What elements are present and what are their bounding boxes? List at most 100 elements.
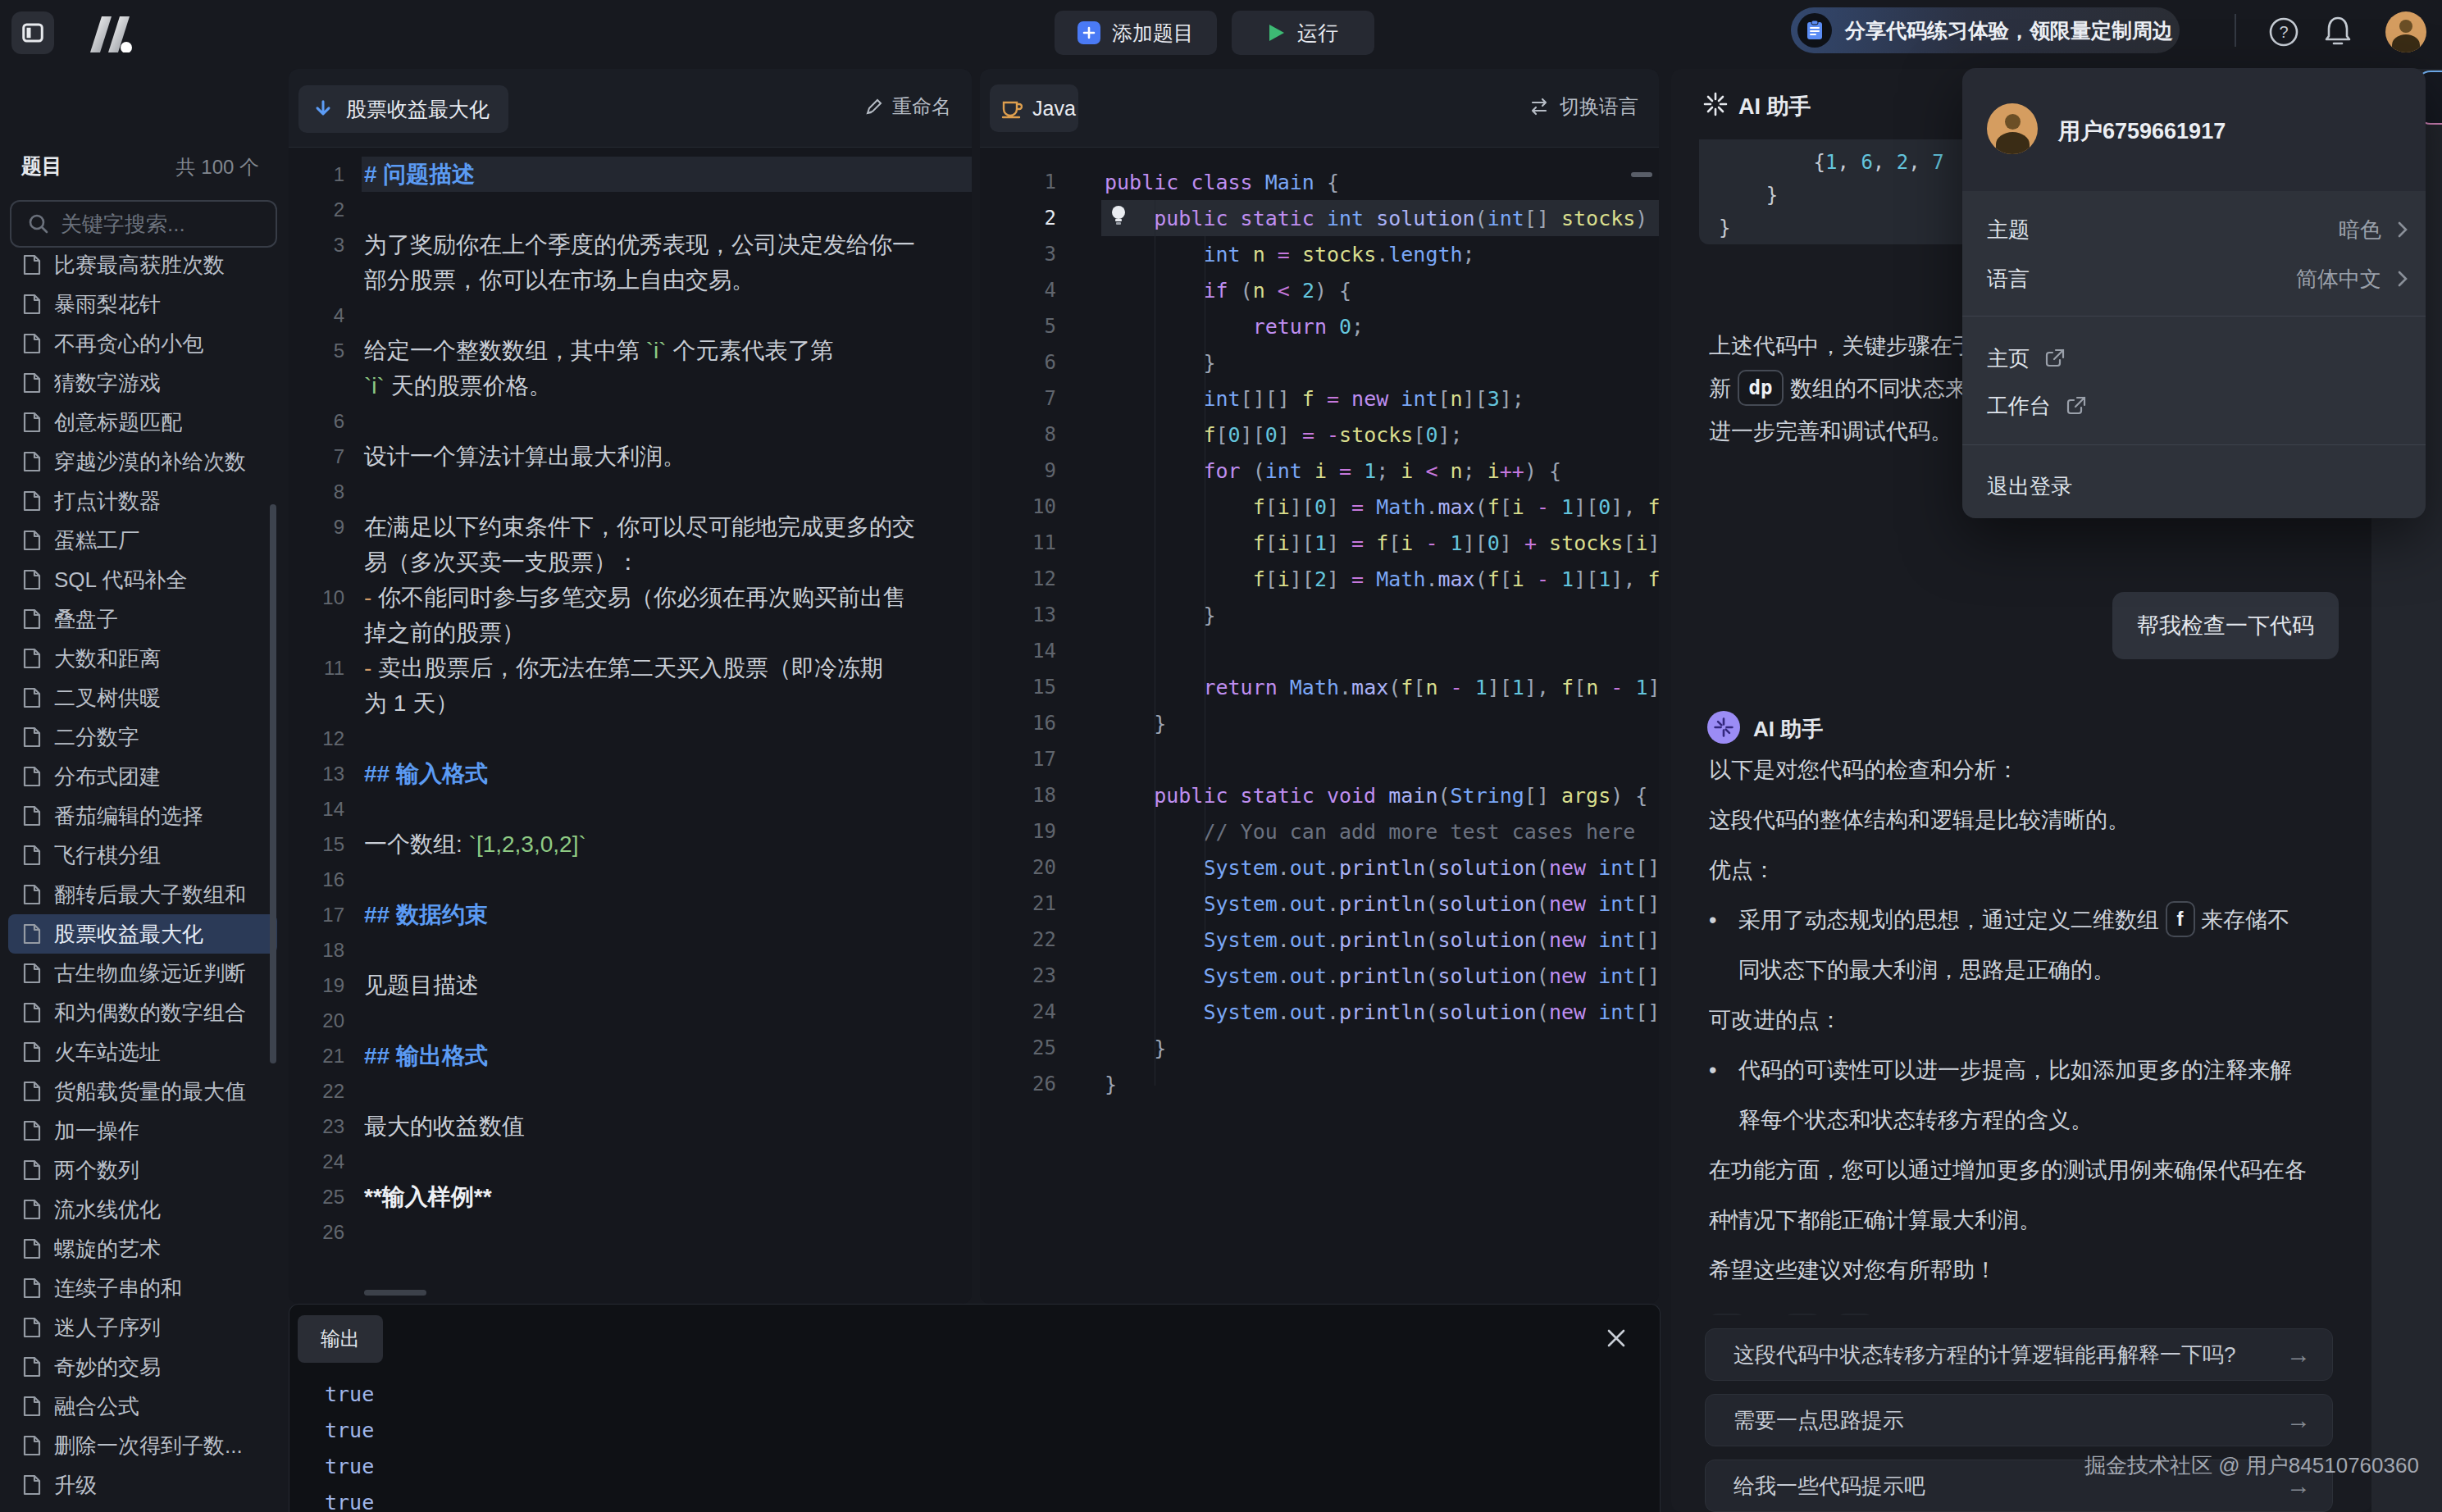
- sidebar-item[interactable]: 两个数列: [8, 1150, 277, 1190]
- avatar: [1987, 103, 2038, 154]
- code-line[interactable]: 14: [980, 633, 1659, 669]
- user-avatar[interactable]: [2385, 11, 2426, 52]
- desc-line: 18: [289, 932, 972, 968]
- code-line[interactable]: 20 System.out.println(solution(new int[]…: [980, 849, 1659, 886]
- add-problem-button[interactable]: 添加题目: [1055, 11, 1217, 55]
- code-line[interactable]: 18 public static void main(String[] args…: [980, 777, 1659, 813]
- minimap[interactable]: [1631, 172, 1652, 177]
- document-icon: [23, 766, 41, 787]
- code-line[interactable]: 15 return Math.max(f[n - 1][1], f[n - 1]…: [980, 669, 1659, 705]
- sidebar-item[interactable]: 猜数字游戏: [8, 363, 277, 403]
- sidebar-item[interactable]: 打点计数器: [8, 481, 277, 521]
- menu-item-home[interactable]: 主页: [1962, 334, 2426, 383]
- code-line[interactable]: 23 System.out.println(solution(new int[]…: [980, 958, 1659, 994]
- sidebar-item[interactable]: 奇妙的交易: [8, 1347, 277, 1387]
- run-button[interactable]: 运行: [1232, 11, 1374, 55]
- sidebar-item[interactable]: 融合公式: [8, 1387, 277, 1426]
- suggestion-chip[interactable]: 这段代码中状态转移方程的计算逻辑能再解释一下吗?→: [1705, 1328, 2333, 1381]
- sidebar-item[interactable]: 暴雨梨花针: [8, 285, 277, 324]
- code-line[interactable]: 22 System.out.println(solution(new int[]…: [980, 922, 1659, 958]
- sidebar-item[interactable]: 二分数字: [8, 717, 277, 757]
- thumbs-down-button[interactable]: [1837, 1314, 1873, 1315]
- sidebar-item[interactable]: 不再贪心的小包: [8, 324, 277, 363]
- sidebar-item[interactable]: 连续子串的和: [8, 1268, 277, 1308]
- code-line[interactable]: 12 f[i][2] = Math.max(f[i - 1][1], f[i -…: [980, 561, 1659, 597]
- code-line[interactable]: 1public class Main {: [980, 164, 1659, 200]
- menu-item-logout[interactable]: 退出登录: [1962, 462, 2426, 511]
- sidebar-item[interactable]: 货船载货量的最大值: [8, 1072, 277, 1111]
- code-line[interactable]: 11 f[i][1] = f[i - 1][0] + stocks[i];: [980, 525, 1659, 561]
- editor-panel: Java 切换语言 1public class Main {2 public s…: [980, 69, 1659, 1304]
- promo-banner[interactable]: 分享代码练习体验，领限量定制周边: [1791, 7, 2180, 53]
- document-icon: [23, 1356, 41, 1378]
- sidebar-item[interactable]: 飞行棋分组: [8, 836, 277, 875]
- sidebar-item[interactable]: 二叉树供暖: [8, 678, 277, 717]
- menu-item-theme[interactable]: 主题 暗色: [1962, 205, 2426, 254]
- code-line[interactable]: 5 return 0;: [980, 308, 1659, 344]
- problem-tab[interactable]: 股票收益最大化: [298, 85, 508, 133]
- document-icon: [23, 1435, 41, 1456]
- sidebar-item[interactable]: 股票收益最大化: [8, 914, 277, 954]
- suggestion-chip[interactable]: 需要一点思路提示→: [1705, 1394, 2333, 1446]
- sidebar-item[interactable]: 和为偶数的数字组合: [8, 993, 277, 1032]
- document-icon: [23, 412, 41, 433]
- code-line[interactable]: 2 public static int solution(int[] stock…: [980, 200, 1659, 236]
- code-line[interactable]: 16 }: [980, 705, 1659, 741]
- code-line[interactable]: 24 System.out.println(solution(new int[]…: [980, 994, 1659, 1030]
- sidebar-item[interactable]: 迷人子序列: [8, 1308, 277, 1347]
- desc-line: 6: [289, 403, 972, 439]
- user-menu-dropdown: 用户6759661917 主题 暗色 语言 简体中文 主页: [1962, 68, 2426, 518]
- sidebar-item[interactable]: 升级: [8, 1465, 277, 1505]
- regenerate-button[interactable]: [1709, 1314, 1745, 1315]
- output-tab[interactable]: 输出: [298, 1315, 383, 1363]
- user-message-bubble: 帮我检查一下代码: [2112, 592, 2339, 659]
- menu-item-workspace[interactable]: 工作台: [1962, 381, 2426, 430]
- problem-panel-header: 股票收益最大化 重命名: [289, 69, 972, 148]
- sidebar-toggle-button[interactable]: [11, 11, 54, 54]
- document-icon: [23, 845, 41, 866]
- java-icon: [1001, 98, 1023, 119]
- switch-language-button[interactable]: 切换语言: [1529, 93, 1638, 120]
- code-line[interactable]: 17: [980, 741, 1659, 777]
- document-icon: [23, 1317, 41, 1338]
- code-line[interactable]: 25 }: [980, 1030, 1659, 1066]
- sidebar-item[interactable]: 比赛最高获胜次数: [8, 245, 277, 285]
- sidebar-item[interactable]: SQL 代码补全: [8, 560, 277, 599]
- sidebar-item[interactable]: 删除一次得到子数...: [8, 1426, 277, 1465]
- code-line[interactable]: 26}: [980, 1066, 1659, 1102]
- desc-hscrollbar[interactable]: [364, 1290, 426, 1296]
- sidebar-item[interactable]: 数据表是否能顺利...: [8, 1505, 277, 1512]
- code-line[interactable]: 4 if (n < 2) {: [980, 272, 1659, 308]
- code-line[interactable]: 8 f[0][0] = -stocks[0];: [980, 417, 1659, 453]
- sidebar-item[interactable]: 创意标题匹配: [8, 403, 277, 442]
- code-line[interactable]: 19 // You can add more test cases here: [980, 813, 1659, 849]
- code-line[interactable]: 13 }: [980, 597, 1659, 633]
- code-line[interactable]: 7 int[][] f = new int[n][3];: [980, 380, 1659, 417]
- code-line[interactable]: 9 for (int i = 1; i < n; i++) {: [980, 453, 1659, 489]
- sidebar-item[interactable]: 番茄编辑的选择: [8, 796, 277, 836]
- sidebar-item[interactable]: 古生物血缘远近判断: [8, 954, 277, 993]
- sidebar-item[interactable]: 分布式团建: [8, 757, 277, 796]
- sidebar-item[interactable]: 大数和距离: [8, 639, 277, 678]
- sidebar-item[interactable]: 翻转后最大子数组和: [8, 875, 277, 914]
- thumbs-up-button[interactable]: [1784, 1314, 1820, 1315]
- sidebar-scrollbar[interactable]: [270, 504, 276, 1063]
- code-line[interactable]: 21 System.out.println(solution(new int[]…: [980, 886, 1659, 922]
- code-line[interactable]: 6 }: [980, 344, 1659, 380]
- search-input[interactable]: 关键字搜索...: [10, 200, 277, 248]
- sidebar-item[interactable]: 叠盘子: [8, 599, 277, 639]
- sidebar-item[interactable]: 流水线优化: [8, 1190, 277, 1229]
- sidebar-item[interactable]: 蛋糕工厂: [8, 521, 277, 560]
- code-line[interactable]: 10 f[i][0] = Math.max(f[i - 1][0], f[i -…: [980, 489, 1659, 525]
- language-tab[interactable]: Java: [990, 84, 1078, 132]
- sidebar-item[interactable]: 穿越沙漠的补给次数: [8, 442, 277, 481]
- rename-button[interactable]: 重命名: [864, 93, 951, 120]
- sidebar-item[interactable]: 螺旋的艺术: [8, 1229, 277, 1268]
- output-line: true: [325, 1449, 374, 1485]
- code-line[interactable]: 3 int n = stocks.length;: [980, 236, 1659, 272]
- document-icon: [23, 530, 41, 551]
- menu-item-language[interactable]: 语言 简体中文: [1962, 254, 2426, 303]
- output-line: true: [325, 1377, 374, 1413]
- sidebar-item[interactable]: 火车站选址: [8, 1032, 277, 1072]
- sidebar-item[interactable]: 加一操作: [8, 1111, 277, 1150]
